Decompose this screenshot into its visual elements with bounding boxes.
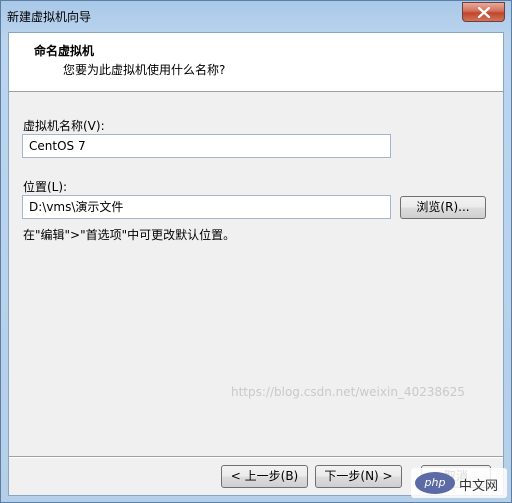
footer-divider [9, 456, 503, 458]
page-title: 命名虚拟机 [34, 44, 95, 58]
page-subtitle: 您要为此虚拟机使用什么名称? [63, 63, 226, 77]
dialog-body: 命名虚拟机 您要为此虚拟机使用什么名称? 虚拟机名称(V): CentOS 7 … [8, 32, 504, 496]
vm-name-input[interactable]: CentOS 7 [22, 134, 391, 158]
php-logo: php [415, 472, 455, 494]
close-button[interactable] [462, 2, 505, 22]
php-watermark-badge: php 中文网 [411, 468, 507, 498]
wizard-window: 新建虚拟机向导 命名虚拟机 您要为此虚拟机使用什么名称? 虚拟机名称(V): C… [0, 0, 512, 503]
back-button[interactable]: < 上一步(B) [221, 465, 308, 488]
window-title: 新建虚拟机向导 [7, 10, 92, 24]
location-input[interactable]: D:\vms\演示文件 [22, 195, 391, 219]
blog-watermark: https://blog.csdn.net/weixin_40238625 [231, 385, 466, 399]
location-label: 位置(L): [23, 180, 68, 194]
php-site-text: 中文网 [459, 479, 499, 494]
next-button[interactable]: 下一步(N) > [315, 465, 402, 488]
browse-button[interactable]: 浏览(R)... [400, 196, 486, 219]
close-icon [478, 7, 490, 18]
vm-name-label: 虚拟机名称(V): [23, 119, 105, 133]
location-hint: 在"编辑">"首选项"中可更改默认位置。 [23, 228, 236, 242]
wizard-header: 命名虚拟机 您要为此虚拟机使用什么名称? [9, 33, 503, 92]
title-bar[interactable]: 新建虚拟机向导 [1, 1, 511, 32]
